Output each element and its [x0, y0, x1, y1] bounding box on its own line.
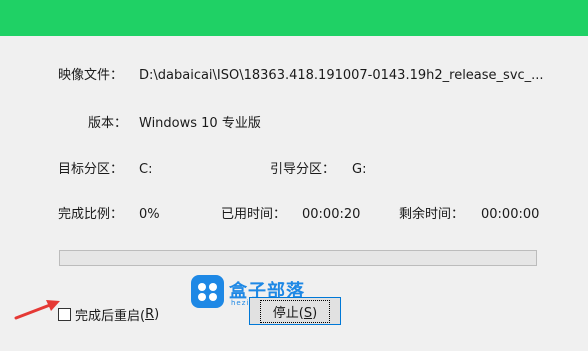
image-file-value: D:\dabaicai\ISO\18363.418.191007-0143.19…: [139, 68, 544, 83]
restart-checkbox-suffix: ): [154, 306, 160, 322]
remaining-value: 00:00:00: [481, 207, 540, 222]
checkbox-box[interactable]: [58, 307, 71, 321]
remaining-label: 剩余时间：: [399, 207, 465, 222]
stop-button-focus: 停止(S): [259, 299, 331, 323]
stop-button-accel: S: [303, 305, 313, 321]
logo-icon: [191, 275, 224, 308]
red-arrow-icon: [14, 300, 60, 320]
restart-checkbox-label: 完成后重启(: [75, 308, 146, 324]
stop-button[interactable]: 停止(S): [249, 297, 341, 325]
version-value: Windows 10 专业版: [139, 116, 261, 131]
stop-button-suffix: ): [312, 305, 318, 321]
stop-button-label: 停止(: [272, 305, 304, 321]
boot-partition-label: 引导分区：: [270, 162, 336, 177]
target-partition-label: 目标分区：: [58, 162, 124, 177]
completion-label: 完成比例：: [58, 207, 124, 222]
title-bar: [0, 0, 588, 36]
completion-value: 0%: [139, 207, 160, 222]
progress-bar: [59, 250, 537, 266]
elapsed-label: 已用时间：: [221, 207, 287, 222]
version-label: 版本：: [88, 116, 128, 131]
boot-partition-value: G:: [352, 162, 367, 177]
elapsed-value: 00:00:20: [302, 207, 361, 222]
target-partition-value: C:: [139, 162, 153, 177]
image-file-label: 映像文件：: [58, 68, 124, 83]
restart-checkbox-accel: R: [145, 306, 155, 322]
restart-after-complete-checkbox[interactable]: 完成后重启(R): [58, 305, 160, 324]
